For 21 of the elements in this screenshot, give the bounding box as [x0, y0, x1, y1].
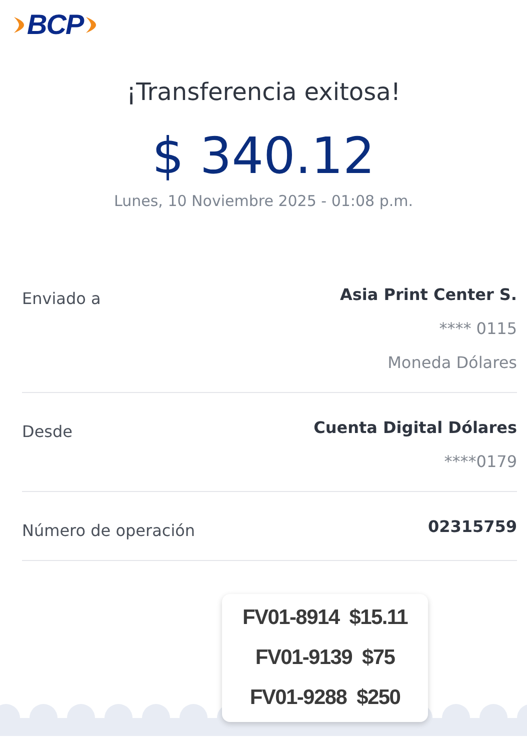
- invoice-number: FV01-9139: [255, 645, 352, 671]
- success-title: ¡Transferencia exitosa!: [126, 77, 400, 108]
- chevron-icon: [84, 15, 98, 35]
- invoice-amount: $75: [362, 645, 395, 671]
- detail-value: Asia Print Center S.: [340, 284, 517, 306]
- chevron-icon: [12, 15, 26, 35]
- invoice-number: FV01-9288: [250, 685, 347, 711]
- transfer-date: Lunes, 10 Noviembre 2025 - 01:08 p.m.: [114, 192, 413, 210]
- detail-label: Enviado a: [22, 288, 101, 310]
- invoice-number: FV01-8914: [242, 605, 340, 631]
- detail-label: Número de operación: [22, 520, 196, 542]
- invoice-amount: $250: [356, 685, 400, 711]
- bank-logo: BCP: [27, 10, 84, 40]
- invoice-amount: $15.11: [349, 605, 408, 631]
- detail-value: Moneda Dólares: [388, 352, 517, 374]
- detail-value: Cuenta Digital Dólares: [314, 417, 517, 439]
- detail-value: 02315759: [428, 516, 517, 538]
- detail-value: **** 0115: [439, 318, 517, 340]
- detail-label: Desde: [22, 421, 72, 443]
- transfer-amount: $ 340.12: [152, 126, 375, 186]
- detail-value: ****0179: [444, 451, 517, 473]
